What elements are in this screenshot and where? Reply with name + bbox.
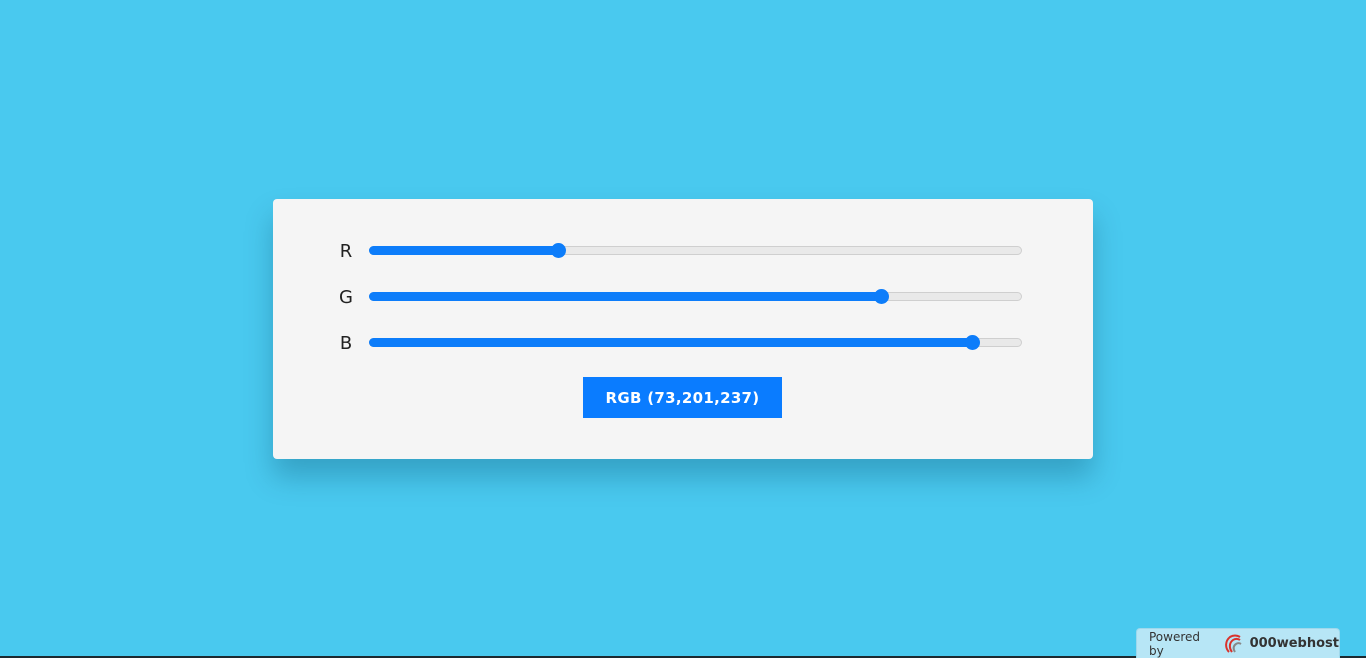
powered-by-badge[interactable]: Powered by 000webhost [1136, 628, 1340, 658]
slider-label-r: R [339, 241, 353, 262]
slider-r[interactable] [369, 243, 1022, 258]
slider-label-g: G [339, 287, 353, 308]
slider-b-fill [369, 338, 971, 347]
slider-row-b: B [273, 329, 1093, 359]
slider-r-fill [369, 246, 557, 255]
slider-label-b: B [339, 333, 353, 354]
rgb-value-button[interactable]: RGB (73,201,237) [583, 377, 782, 418]
slider-g-thumb[interactable] [874, 289, 889, 304]
slider-b-thumb[interactable] [965, 335, 980, 350]
slider-row-g: G [273, 283, 1093, 313]
powered-by-label: Powered by [1149, 629, 1201, 658]
000webhost-name: 000webhost [1249, 636, 1339, 651]
slider-g-fill [369, 292, 880, 301]
slider-b[interactable] [369, 335, 1022, 350]
slider-g[interactable] [369, 289, 1022, 304]
000webhost-logo-icon [1223, 634, 1245, 654]
color-picker-card: R G B RGB (73,201,237) [273, 199, 1093, 459]
page-background: R G B RGB (73,201,237) Powered by 000web… [0, 0, 1366, 658]
slider-r-thumb[interactable] [551, 243, 566, 258]
slider-row-r: R [273, 237, 1093, 267]
